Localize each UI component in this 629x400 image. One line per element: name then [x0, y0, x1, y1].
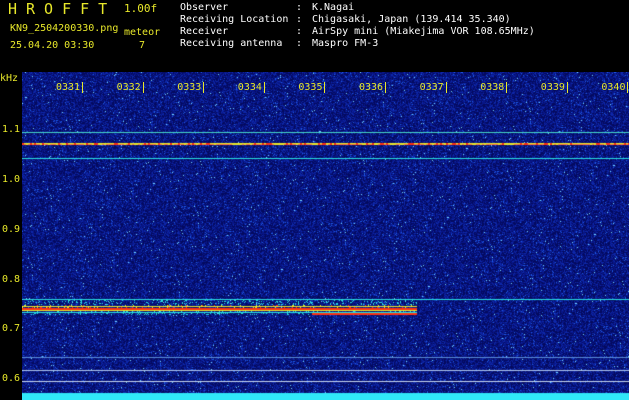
x-tick-mark — [385, 82, 386, 93]
app-title: HROFFT — [8, 0, 117, 18]
y-axis-unit: kHz — [0, 73, 19, 84]
info-row-receiver: Receiver: AirSpy mini (Miakejima VOR 108.… — [180, 26, 535, 37]
x-tick-label: 0340 — [601, 82, 626, 93]
x-tick-label: 0332 — [116, 82, 141, 93]
x-tick-mark — [263, 82, 265, 93]
info-value: AirSpy mini (Miakejima VOR 108.65MHz) — [312, 26, 535, 37]
meteor-count: 7 — [139, 40, 146, 51]
info-key: Observer — [180, 2, 229, 13]
info-value: Maspro FM-3 — [312, 38, 379, 49]
x-tick-mark — [566, 82, 568, 93]
info-key: Receiving antenna — [180, 38, 283, 49]
y-tick-label: 0.9 — [2, 224, 21, 235]
x-tick-mark — [445, 82, 447, 93]
info-key: Receiving Location — [180, 14, 289, 25]
x-tick-label: 0334 — [237, 82, 262, 93]
x-tick-label: 0333 — [177, 82, 202, 93]
info-row-antenna: Receiving antenna: Maspro FM-3 — [180, 38, 379, 49]
header: HROFFT 1.00f KN9_2504200330.png 25.04.20… — [0, 0, 629, 72]
x-tick-label: 0337 — [419, 82, 444, 93]
x-tick-mark — [82, 82, 83, 93]
x-tick-mark — [627, 82, 629, 93]
version-label: 1.00f — [124, 2, 158, 15]
y-tick-label: 1.1 — [2, 124, 21, 135]
info-value: K.Nagai — [312, 2, 355, 13]
x-tick-mark — [506, 82, 508, 93]
x-tick-label: 0339 — [540, 82, 565, 93]
y-tick-label: 0.8 — [2, 274, 21, 285]
x-tick-label: 0331 — [56, 82, 81, 93]
y-tick-label: 0.7 — [2, 323, 21, 334]
spectrogram — [22, 72, 629, 400]
filename-label: KN9_2504200330.png — [10, 23, 119, 34]
info-key: Receiver — [180, 26, 229, 37]
x-tick-mark — [324, 82, 326, 93]
x-tick-mark — [142, 82, 144, 93]
x-tick-label: 0336 — [359, 82, 384, 93]
meteor-label: meteor — [124, 27, 161, 38]
x-tick-mark — [203, 82, 205, 93]
info-value: Chigasaki, Japan (139.414 35.340) — [312, 14, 511, 25]
y-tick-label: 0.6 — [2, 373, 21, 384]
x-tick-label: 0338 — [480, 82, 505, 93]
x-tick-label: 0335 — [298, 82, 323, 93]
info-row-location: Receiving Location: Chigasaki, Japan (139… — [180, 14, 511, 25]
info-row-observer: Observer: K.Nagai — [180, 2, 355, 13]
y-tick-label: 1.0 — [2, 174, 21, 185]
datetime-label: 25.04.20 03:30 — [10, 40, 95, 51]
